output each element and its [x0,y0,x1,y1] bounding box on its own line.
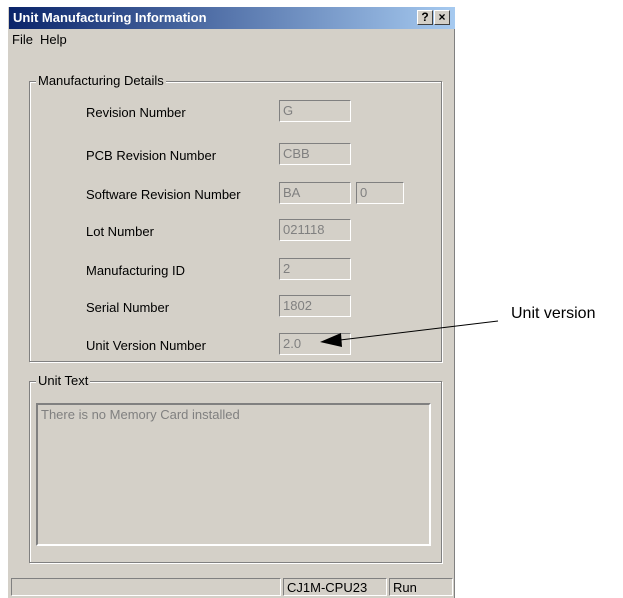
annotation-arrow [320,320,499,347]
unit-version-annotation: Unit version [511,305,596,322]
